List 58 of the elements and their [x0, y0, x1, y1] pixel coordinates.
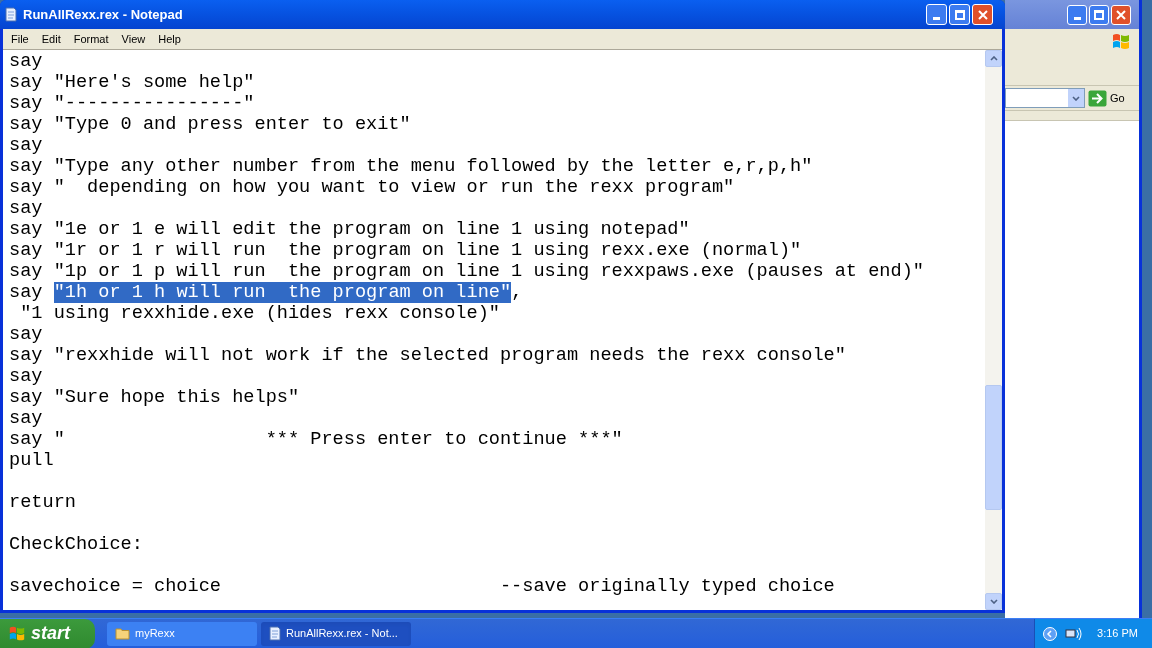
code-text: say "Type 0 and press enter to exit": [9, 114, 411, 135]
code-text: say "Type any other number from the menu followed by the letter e,r,p,h": [9, 156, 813, 177]
windows-logo-icon: [1111, 32, 1131, 52]
folder-icon: [115, 627, 130, 640]
scrollbar-thumb[interactable]: [985, 385, 1002, 510]
minimize-button[interactable]: [1067, 4, 1087, 25]
code-text: say: [9, 135, 43, 156]
code-text: say "1e or 1 e will edit the program on line 1 using notepad": [9, 219, 690, 240]
code-text: say " depending on how you want to view or run the rexx program": [9, 177, 735, 198]
maximize-button[interactable]: [1089, 4, 1109, 25]
minimize-button[interactable]: [926, 4, 947, 25]
windows-logo-icon: [8, 624, 26, 643]
go-button[interactable]: Go: [1088, 89, 1125, 107]
taskbar-button[interactable]: RunAllRexx.rex - Not...: [261, 621, 411, 646]
code-text: say: [9, 366, 43, 387]
network-icon[interactable]: [1065, 626, 1084, 641]
taskbar-button[interactable]: myRexx: [107, 621, 257, 646]
code-text: say: [9, 51, 43, 72]
code-text: "1 using rexxhide.exe (hides rexx console)": [19, 303, 500, 324]
menu-item[interactable]: Format: [67, 30, 115, 48]
caret-down-icon[interactable]: [989, 599, 998, 604]
code-text: say " *** Press enter to continue ***": [9, 429, 623, 450]
code-text: savechoice = choice --save originally typed choice: [9, 576, 835, 597]
close-button[interactable]: [972, 4, 993, 25]
chevron-left-icon[interactable]: [1043, 626, 1058, 641]
notepad-icon: [5, 7, 17, 22]
code-text: say "1r or 1 r will run the program on line 1 using rexx.exe (normal)": [9, 240, 802, 261]
menu-item[interactable]: Edit: [35, 30, 67, 48]
code-text: return: [9, 492, 76, 513]
address-field[interactable]: [1005, 88, 1085, 108]
code-text: pull: [9, 450, 54, 471]
start-button[interactable]: start: [0, 618, 95, 648]
caret-up-icon[interactable]: [989, 56, 998, 61]
close-button[interactable]: [1111, 4, 1131, 25]
code-text: say "Here's some help": [9, 72, 255, 93]
code-text: say "Sure hope this helps": [9, 387, 300, 408]
selected-text: "1h or 1 h will run the program on line": [53, 282, 512, 303]
code-text: ,: [511, 282, 523, 303]
vertical-scrollbar[interactable]: [985, 50, 1002, 610]
dropdown-button[interactable]: [1068, 89, 1084, 107]
menu-item[interactable]: Help: [152, 30, 187, 48]
caret-down-icon: [1072, 95, 1080, 101]
code-text: say: [9, 198, 43, 219]
code-text: say: [9, 282, 44, 303]
window-title: RunAllRexx.rex - Notepad: [23, 5, 184, 24]
code-text: say "1p or 1 p will run the program on line 1 using rexxpaws.exe (pauses at end)": [9, 261, 924, 282]
maximize-button[interactable]: [949, 4, 970, 25]
code-text: say "----------------": [9, 93, 255, 114]
menu-item[interactable]: View: [115, 30, 152, 48]
clock: 3:16 PM: [1096, 626, 1139, 642]
code-text: say: [9, 408, 43, 429]
close-icon: [977, 9, 988, 20]
code-text: CheckChoice:: [9, 534, 143, 555]
menu-item[interactable]: File: [5, 30, 35, 48]
close-icon: [1116, 9, 1126, 20]
notepad-icon: [269, 626, 281, 641]
code-text: say: [9, 324, 43, 345]
code-text: say "rexxhide will not work if the selected program needs the rexx console": [9, 345, 846, 366]
